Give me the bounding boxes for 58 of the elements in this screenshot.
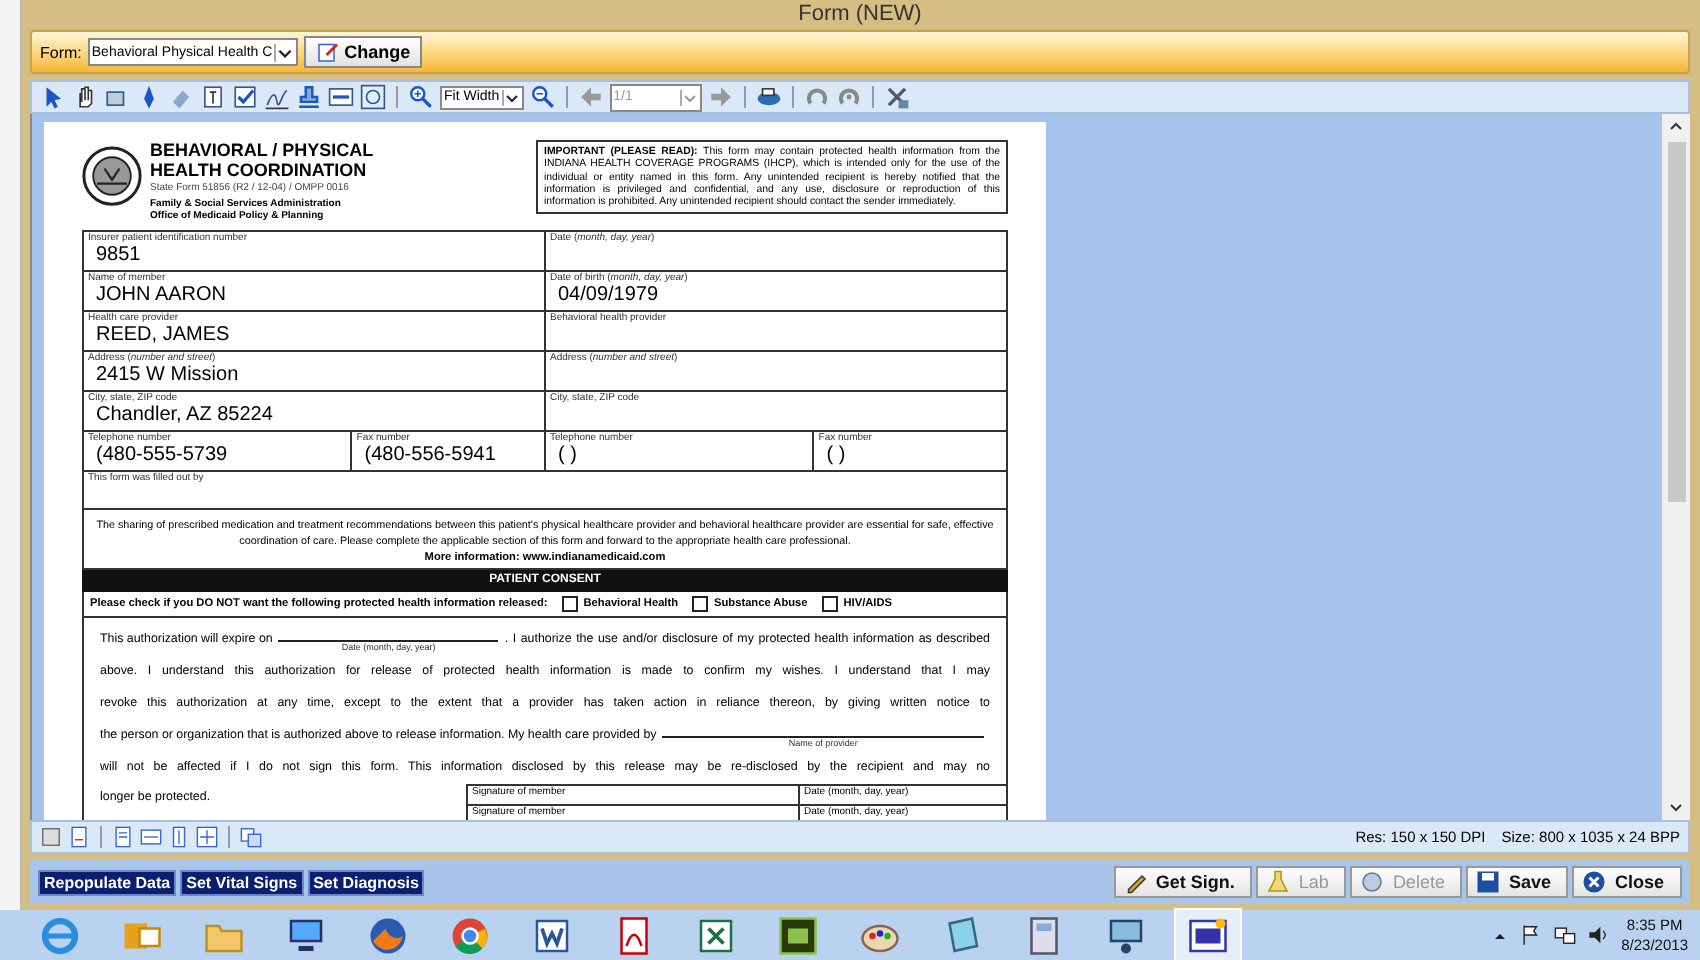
action-button[interactable]: Get Sign. <box>1113 866 1253 898</box>
properties-icon[interactable] <box>883 84 910 110</box>
caret-icon <box>274 43 295 61</box>
thumbnail-icon[interactable] <box>40 826 62 848</box>
field-icon[interactable] <box>328 84 354 110</box>
scroll-thumb[interactable] <box>1667 142 1685 502</box>
field-value[interactable]: Chandler, AZ 85224 <box>88 404 540 428</box>
actual-size-icon[interactable] <box>196 826 218 848</box>
arrow-down-icon <box>1668 800 1684 816</box>
speaker-icon[interactable] <box>1587 924 1610 946</box>
scanner-icon[interactable] <box>755 84 782 110</box>
checkbox[interactable] <box>561 596 578 612</box>
checkbox-icon[interactable] <box>232 84 258 110</box>
field-value[interactable]: (480-556-5941 <box>356 444 540 468</box>
field-value[interactable]: 9851 <box>88 244 540 268</box>
field-value[interactable]: REED, JAMES <box>88 324 540 348</box>
checkbox[interactable] <box>692 596 709 612</box>
action-button[interactable]: Save <box>1466 866 1569 898</box>
fit-page-icon[interactable] <box>112 826 134 848</box>
field-value[interactable]: (480-555-5739 <box>88 444 347 468</box>
action-button[interactable]: Set Diagnosis <box>307 869 425 895</box>
delete-icon <box>1360 870 1385 894</box>
ims-app-icon[interactable] <box>1176 910 1240 960</box>
caret-icon <box>679 89 698 105</box>
field-value[interactable]: 2415 W Mission <box>88 364 540 388</box>
checkbox[interactable] <box>821 596 838 612</box>
flag-icon[interactable] <box>1519 924 1542 946</box>
flask-icon <box>1266 870 1291 894</box>
change-button[interactable]: Change <box>304 36 423 68</box>
frame-icon[interactable] <box>360 84 386 110</box>
fit-height-icon[interactable] <box>168 826 190 848</box>
caret-icon <box>501 89 520 105</box>
zoom-out-icon[interactable] <box>529 84 556 110</box>
network-icon[interactable] <box>1553 924 1576 946</box>
rotate-right-icon[interactable] <box>835 84 862 110</box>
pdf-page-icon[interactable] <box>68 826 90 848</box>
field-value[interactable]: JOHN AARON <box>88 284 540 308</box>
signature-icon[interactable] <box>264 84 290 110</box>
action-button[interactable]: Close <box>1572 866 1682 898</box>
action-button[interactable]: Set Vital Signs <box>180 869 304 895</box>
fit-width-icon[interactable] <box>140 826 162 848</box>
stamp-icon[interactable] <box>296 84 322 110</box>
window-title: Form (NEW) <box>796 0 924 30</box>
arrow-up-icon <box>1668 118 1684 134</box>
text-box-icon[interactable] <box>200 84 226 110</box>
vertical-scrollbar[interactable] <box>1662 114 1690 820</box>
edit-icon <box>316 40 341 64</box>
field-value[interactable]: ( ) <box>550 444 809 468</box>
zoom-in-icon[interactable] <box>408 84 434 110</box>
action-button[interactable]: Repopulate Data <box>38 869 177 895</box>
pen-icon <box>1123 870 1148 894</box>
form-label: Form: <box>40 43 82 61</box>
field-value[interactable]: ( ) <box>818 444 1002 468</box>
copy-page-icon[interactable] <box>240 826 262 848</box>
form-title: BEHAVIORAL / PHYSICAL HEALTH COORDINATION <box>150 140 376 180</box>
close-icon <box>1582 870 1607 894</box>
field-value[interactable]: 04/09/1979 <box>550 284 1002 308</box>
rotate-left-icon[interactable] <box>803 84 830 110</box>
